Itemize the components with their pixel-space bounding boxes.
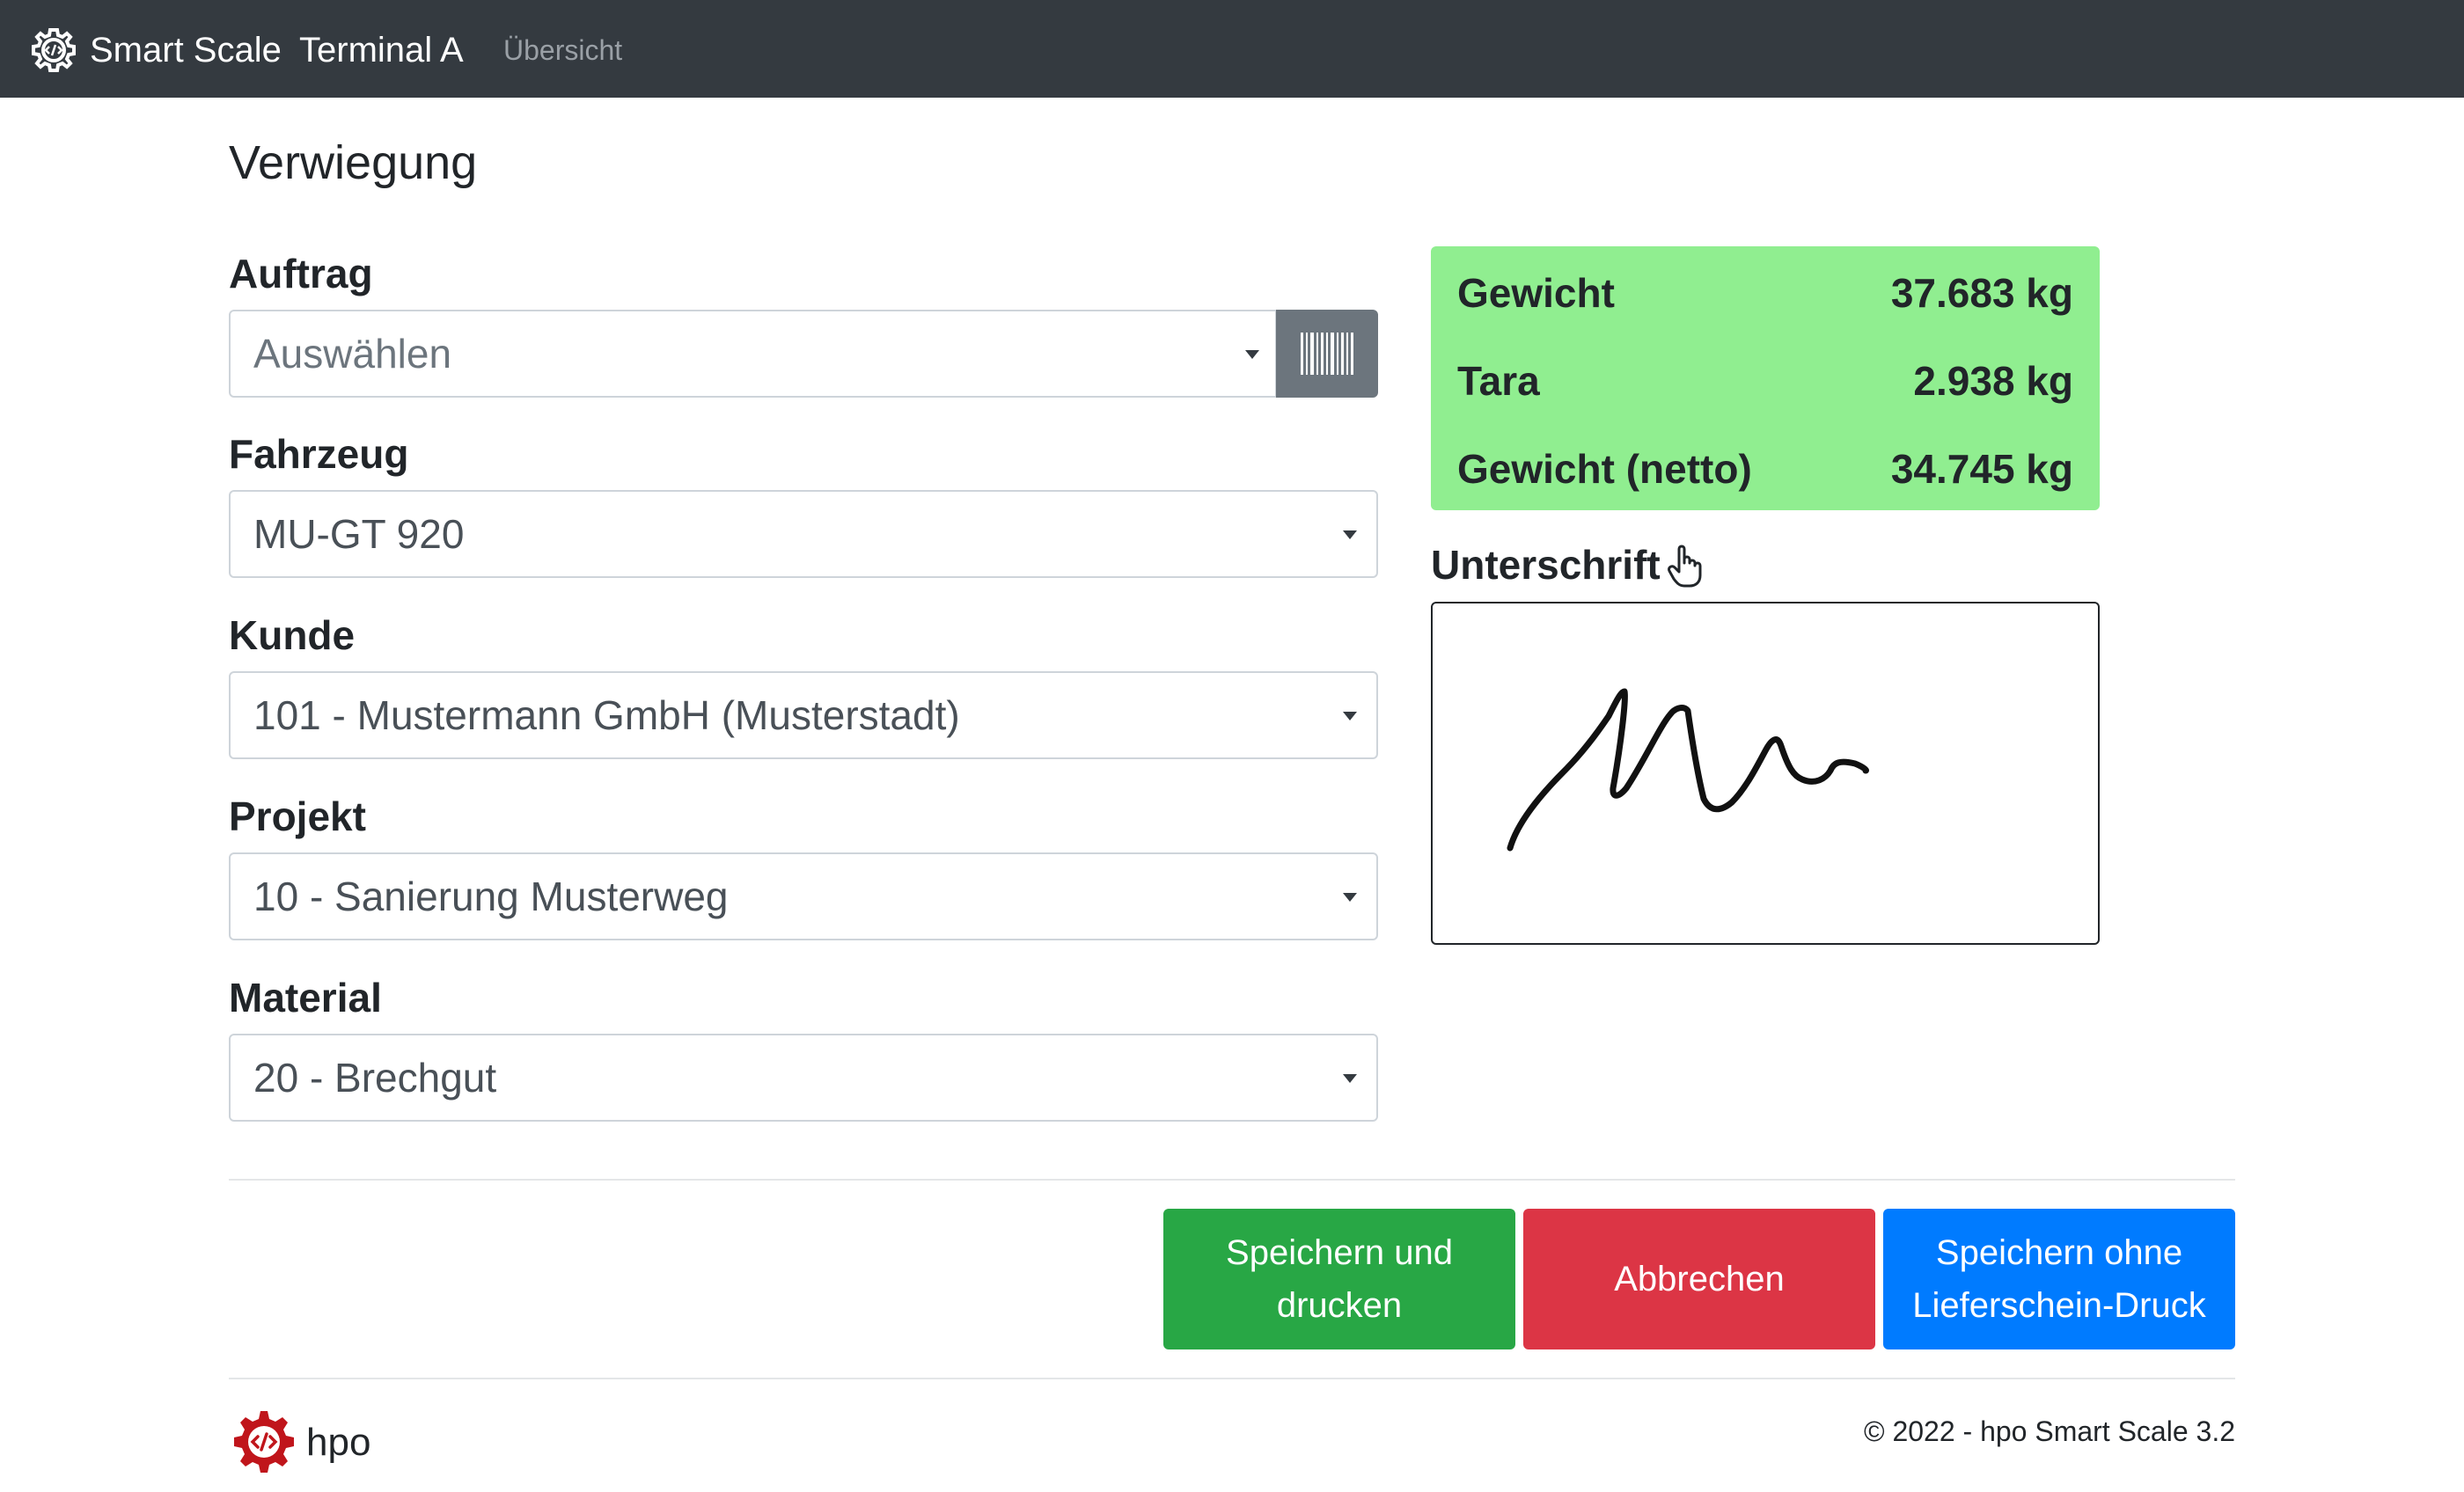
signature-stroke — [1507, 688, 1869, 852]
projekt-label: Projekt — [229, 794, 366, 839]
material-select[interactable]: 20 - Brechgut — [229, 1034, 1378, 1122]
divider — [229, 1179, 2235, 1181]
weight-label: Gewicht — [1457, 270, 1615, 316]
auftrag-select-value: Auswählen — [253, 331, 452, 377]
net-weight-value: 34.745 kg — [1890, 446, 2073, 492]
weight-row: Gewicht 37.683 kg — [1457, 267, 2073, 319]
weight-value: 37.683 kg — [1890, 270, 2073, 316]
copyright-text: © 2022 - hpo Smart Scale 3.2 — [1863, 1415, 2235, 1447]
barcode-icon — [1301, 333, 1353, 375]
hpo-logo-icon — [234, 1411, 294, 1473]
nav-link-overview[interactable]: Übersicht — [503, 30, 622, 70]
gear-code-icon[interactable] — [28, 25, 79, 76]
fahrzeug-label: Fahrzeug — [229, 431, 409, 477]
net-weight-label: Gewicht (netto) — [1457, 446, 1752, 492]
save-print-button[interactable]: Speichern und drucken — [1163, 1209, 1515, 1349]
tara-label: Tara — [1457, 358, 1540, 404]
page-title: Verwiegung — [229, 136, 478, 189]
tara-row: Tara 2.938 kg — [1457, 355, 2073, 407]
auftrag-select[interactable]: Auswählen — [229, 310, 1277, 398]
signature-label: Unterschrift — [1431, 542, 1661, 588]
tara-value: 2.938 kg — [1913, 358, 2073, 404]
terminal-name: Terminal A — [299, 31, 464, 69]
auftrag-label: Auftrag — [229, 251, 373, 296]
cancel-button[interactable]: Abbrechen — [1523, 1209, 1875, 1349]
material-select-value: 20 - Brechgut — [253, 1055, 497, 1101]
signature-pad[interactable] — [1431, 602, 2100, 945]
barcode-scan-button[interactable] — [1276, 310, 1378, 398]
brand-name[interactable]: Smart Scale — [90, 26, 282, 74]
fahrzeug-select-value: MU-GT 920 — [253, 511, 465, 557]
chevron-down-icon — [1245, 350, 1259, 359]
chevron-down-icon — [1343, 530, 1357, 539]
material-label: Material — [229, 975, 382, 1020]
kunde-select[interactable]: 101 - Mustermann GmbH (Musterstadt) — [229, 671, 1378, 759]
projekt-select[interactable]: 10 - Sanierung Musterweg — [229, 852, 1378, 940]
kunde-select-value: 101 - Mustermann GmbH (Musterstadt) — [253, 692, 960, 738]
chevron-down-icon — [1343, 712, 1357, 720]
net-weight-row: Gewicht (netto) 34.745 kg — [1457, 442, 2073, 495]
hand-pointer-icon[interactable] — [1667, 542, 1707, 589]
chevron-down-icon — [1343, 893, 1357, 902]
fahrzeug-select[interactable]: MU-GT 920 — [229, 490, 1378, 578]
save-no-print-button[interactable]: Speichern ohne Lieferschein-Druck — [1883, 1209, 2235, 1349]
top-navbar: Smart Scale Terminal A Übersicht — [0, 0, 2464, 98]
kunde-label: Kunde — [229, 612, 356, 658]
projekt-select-value: 10 - Sanierung Musterweg — [253, 874, 729, 919]
chevron-down-icon — [1343, 1074, 1357, 1083]
footer-divider — [229, 1378, 2235, 1379]
footer-brand: hpo — [306, 1421, 371, 1464]
weight-panel: Gewicht 37.683 kg Tara 2.938 kg Gewicht … — [1431, 246, 2100, 510]
